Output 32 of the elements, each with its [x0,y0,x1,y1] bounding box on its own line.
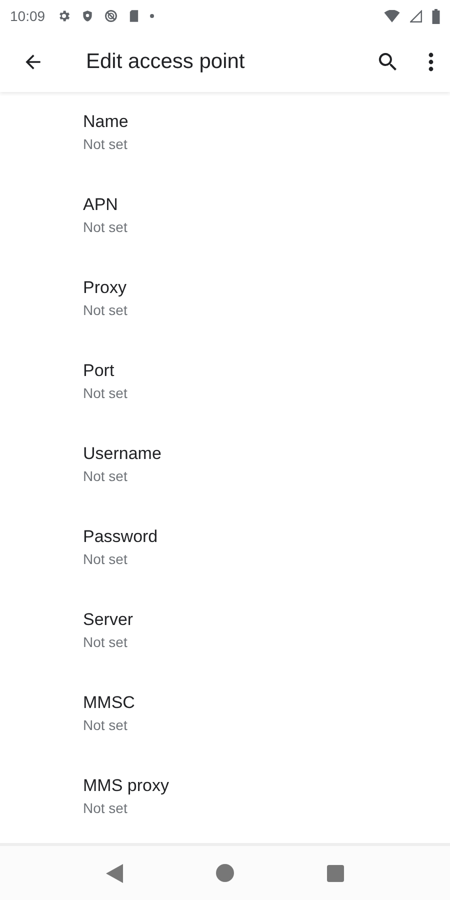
triangle-icon [106,864,124,882]
setting-value: Not set [83,632,128,652]
wifi-icon [384,10,400,22]
setting-title[interactable]: Password [83,526,158,548]
setting-value: Not set [83,466,128,486]
setting-value: Not set [83,300,128,320]
square-icon [326,864,344,882]
dot-icon [150,14,154,18]
signal-icon [410,10,422,22]
setting-value: Not set [83,798,128,818]
setting-title[interactable]: MMS proxy [83,774,169,796]
setting-title[interactable]: MMSC [83,692,135,714]
setting-title[interactable]: Server [83,608,134,630]
gear-icon [57,9,72,23]
shield-icon [81,9,94,23]
setting-value: Not set [83,384,128,402]
circle-slash-icon [104,9,118,23]
setting-title[interactable]: Username [83,442,162,464]
setting-value: Not set [83,550,128,568]
setting-title[interactable]: Proxy [83,276,126,298]
setting-value: Not set [83,716,128,734]
setting-value: Not set [83,218,128,236]
setting-title[interactable]: Port [83,360,114,382]
sd-card-icon [128,9,140,23]
setting-title[interactable]: Name [83,110,128,132]
screen-title: Edit access point [86,50,246,74]
setting-value: Not set [83,134,128,154]
battery-icon [432,8,440,24]
status-time: 10:09 [10,8,46,24]
more-vertical-icon [428,52,434,72]
circle-icon [216,864,234,882]
setting-title[interactable]: APN [83,194,118,216]
